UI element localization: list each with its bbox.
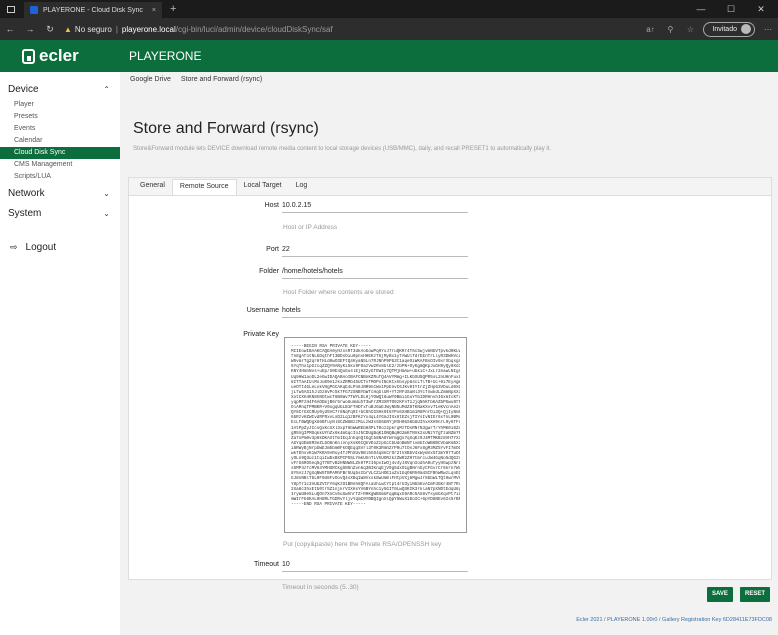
tab-title: PLAYERONE - Cloud Disk Sync: [43, 6, 143, 14]
folder-label: Folder: [259, 268, 279, 275]
profile-button[interactable]: Invitado: [703, 21, 755, 37]
sidebar-item-events[interactable]: Events: [0, 123, 120, 135]
sidebar-section-device[interactable]: Device ⌃: [0, 82, 120, 96]
private-key-textarea[interactable]: -----BEGIN RSA PRIVATE KEY----- MIIEowIBA…: [284, 337, 467, 533]
address-bar-row: ← → ↻ ▲ No seguro | playerone.local /cgi…: [0, 18, 778, 40]
sidebar-item-cloud-disk-sync[interactable]: Cloud Disk Sync: [0, 147, 120, 159]
private-key-hint: Put (copy&paste) here the Private RSA/OP…: [283, 541, 442, 548]
reload-icon[interactable]: ↻: [40, 24, 60, 35]
close-window-icon[interactable]: ✕: [746, 0, 776, 18]
url-field[interactable]: ▲ No seguro | playerone.local /cgi-bin/l…: [64, 25, 640, 34]
profile-label: Invitado: [712, 25, 737, 33]
private-key-line: GJ8nNBlTbL0F0d8FvOovQ4sXBq1W8Vxsk8wUm0lF…: [291, 476, 460, 482]
logo-text: ecler: [39, 46, 79, 65]
url-host: playerone.local: [121, 24, 176, 34]
logout-label: Logout: [25, 242, 57, 253]
warning-icon: ▲: [64, 24, 72, 34]
chevron-down-icon: ⌄: [103, 188, 110, 198]
private-key-line: EcLfBWQDgXU6BfuyNl8CZWUBzzMiLzW3sSS6bNYj…: [291, 420, 460, 426]
minimize-icon[interactable]: —: [686, 0, 716, 18]
private-key-line: Uq9HW1aoDL2eGwIDAQABAoIBAFCNBnKZRufQ4AVY…: [291, 374, 460, 380]
sidebar: Device ⌃ Player Presets Events Calendar …: [0, 72, 120, 635]
tab-close-icon[interactable]: ×: [152, 7, 156, 14]
breadcrumb-google-drive[interactable]: Google Drive: [130, 76, 171, 83]
chevron-down-icon: ⌄: [103, 208, 110, 218]
private-key-line: 8ITTaAIUlMsJu09e1zkxZRMb45UCTvfMOPxtNcKt…: [291, 379, 460, 385]
host-label: Host: [264, 202, 279, 209]
ecler-logo[interactable]: ecler: [22, 46, 117, 66]
sidebar-item-player[interactable]: Player: [0, 99, 120, 111]
favorites-icon[interactable]: ☆: [680, 25, 700, 34]
tab-remote-source[interactable]: Remote Source: [171, 179, 237, 195]
reset-button[interactable]: RESET: [740, 587, 771, 602]
window-menu-icon[interactable]: [7, 5, 15, 13]
security-label: No seguro: [74, 24, 112, 34]
tab-log[interactable]: Log: [289, 179, 315, 195]
timeout-input[interactable]: 10: [282, 561, 468, 572]
read-aloud-icon[interactable]: a↑: [640, 25, 660, 34]
app-header: ecler PLAYERONE: [0, 40, 778, 72]
private-key-line: -----END RSA PRIVATE KEY-----: [291, 501, 366, 507]
footer-text[interactable]: Ecler 2021 / PLAYERONE 1.00r0 / Gallery …: [576, 617, 772, 623]
folder-hint: Host Folder where contents are stored: [283, 289, 394, 296]
private-key-label: Private Key: [243, 331, 279, 338]
zoom-icon[interactable]: ⚲: [660, 25, 680, 34]
private-key-line: KNY4HmnNvs+uEp/S0E4Qu5u4lEjHZ2yGfEWIy7QT…: [291, 369, 460, 375]
timeout-label: Timeout: [253, 561, 279, 568]
sidebar-section-network[interactable]: Network ⌄: [0, 186, 120, 200]
logo-icon: [22, 48, 35, 64]
sidebar-section-label: System: [8, 207, 42, 219]
brand-title[interactable]: PLAYERONE: [129, 49, 201, 63]
browser-titlebar: PLAYERONE - Cloud Disk Sync × + — ☐ ✕: [0, 0, 778, 18]
username-label: Username: [246, 307, 279, 314]
url-path: /cgi-bin/luci/admin/device/cloudDiskSync…: [175, 24, 333, 34]
sidebar-item-cms-management[interactable]: CMS Management: [0, 159, 120, 171]
maximize-icon[interactable]: ☐: [716, 0, 746, 18]
sidebar-item-presets[interactable]: Presets: [0, 111, 120, 123]
folder-input[interactable]: /home/hotels/hotels: [282, 268, 468, 279]
host-hint: Host or IP Address: [283, 224, 338, 231]
private-key-line: 2Xa8c3hxEtb0tr5Z1njkrVIXHsYV6BYnhc1y5GIT…: [291, 486, 460, 492]
page-description: Store&Forward module lets DEVICE downloa…: [133, 146, 552, 152]
port-input[interactable]: 22: [282, 246, 468, 257]
sidebar-section-system[interactable]: System ⌄: [0, 206, 120, 220]
host-input[interactable]: 10.0.2.15: [282, 202, 468, 213]
new-tab-button[interactable]: +: [170, 3, 176, 15]
tab-general[interactable]: General: [133, 179, 172, 195]
main-content: Google Drive Store and Forward (rsync) S…: [120, 72, 778, 635]
more-icon[interactable]: ⋯: [758, 25, 778, 34]
sidebar-section-label: Device: [8, 83, 39, 95]
private-key-line: 1AtPpZyJIcsQxKcXXl3xpf6bWwREbHSPLT0oz2pk…: [291, 425, 460, 431]
avatar-icon: [741, 24, 751, 34]
breadcrumb-store-and-forward[interactable]: Store and Forward (rsync): [181, 76, 262, 83]
url-separator: |: [115, 24, 118, 34]
private-key-line: Y8pTr1c3nUbZVtFY6qKzO1BReh8QFAlaUhiwtYtp…: [291, 481, 460, 487]
page-title: Store and Forward (rsync): [133, 120, 319, 137]
timeout-hint: Timeout in seconds (5..30): [282, 584, 359, 591]
settings-card: General Remote Source Local Target Log H…: [128, 177, 772, 580]
logout-button[interactable]: ⇨ Logout: [0, 242, 120, 253]
chevron-up-icon: ⌃: [103, 84, 110, 94]
browser-tab[interactable]: PLAYERONE - Cloud Disk Sync ×: [24, 2, 162, 18]
save-button[interactable]: SAVE: [707, 587, 733, 602]
tab-favicon-icon: [30, 6, 38, 14]
tab-bar: General Remote Source Local Target Log: [129, 178, 771, 196]
username-input[interactable]: hotels: [282, 307, 468, 318]
sidebar-section-label: Network: [8, 187, 45, 199]
breadcrumb: Google Drive Store and Forward (rsync): [120, 72, 778, 86]
sidebar-item-scripts-lua[interactable]: Scripts/LUA: [0, 171, 120, 183]
sidebar-item-calendar[interactable]: Calendar: [0, 135, 120, 147]
forward-icon[interactable]: →: [20, 24, 40, 34]
logout-icon: ⇨: [10, 242, 18, 252]
back-icon[interactable]: ←: [0, 24, 20, 34]
tab-local-target[interactable]: Local Target: [237, 179, 289, 195]
port-label: Port: [266, 246, 279, 253]
private-key-line: gR5VgIPMSqkkUYhZx6k4mGqcInJ5CDUgBqK1ONQB…: [291, 430, 460, 436]
